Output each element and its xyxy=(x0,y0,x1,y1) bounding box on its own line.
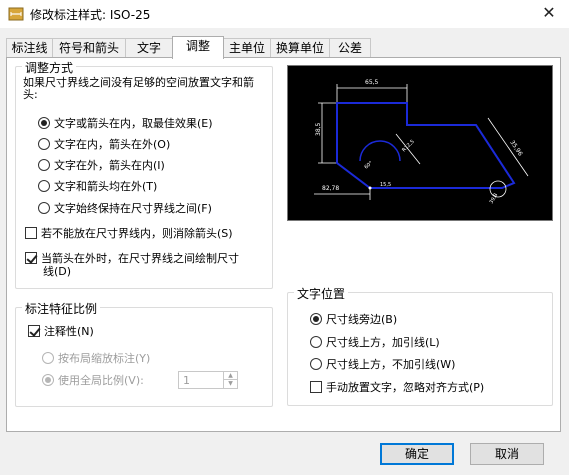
fit-option-best[interactable]: 文字或箭头在内，取最佳效果(E) xyxy=(38,117,213,131)
checkbox-label: 手动放置文字，忽略对齐方式(P) xyxy=(326,381,485,394)
layout-scale-option[interactable]: 按布局缩放标注(Y) xyxy=(42,352,150,366)
button-label: 确定 xyxy=(404,447,429,461)
checkbox-label-cont: 线(D) xyxy=(43,265,72,278)
tab-label: 公差 xyxy=(337,41,362,55)
tab-fit[interactable]: 调整 xyxy=(172,36,224,59)
tab-label: 换算单位 xyxy=(275,41,324,55)
tab-primary-units[interactable]: 主单位 xyxy=(223,38,271,58)
fit-options-group: 调整方式 如果尺寸界线之间没有足够的空间放置文字和箭头: 文字或箭头在内，取最佳… xyxy=(15,59,273,289)
tab-label: 调整 xyxy=(185,39,210,53)
preview-label: R12,5 xyxy=(401,139,416,154)
checkbox[interactable] xyxy=(310,381,322,393)
radio-button[interactable] xyxy=(38,202,50,214)
option-label: 尺寸线上方，加引线(L) xyxy=(326,336,440,349)
radio-button[interactable] xyxy=(42,374,54,386)
preview-arc xyxy=(359,140,401,162)
tab-label: 文字 xyxy=(136,41,161,55)
spin-down-icon[interactable]: ▼ xyxy=(223,380,237,388)
preview-label: 82,78 xyxy=(322,185,339,192)
text-placement-group: 文字位置 尺寸线旁边(B) 尺寸线上方，加引线(L) 尺寸线上方，不加引线(W)… xyxy=(287,285,553,406)
close-icon: ✕ xyxy=(542,3,556,22)
close-button[interactable]: ✕ xyxy=(529,0,569,28)
preview-canvas: 65,5 38,5 35,96 R12,5 82,78 60° 15,5 39,… xyxy=(287,65,553,221)
preview-label: 39,8 xyxy=(489,192,500,205)
group-title: 标注特征比例 xyxy=(22,300,101,317)
placement-beside[interactable]: 尺寸线旁边(B) xyxy=(310,313,397,327)
checkbox-label: 当箭头在外时，在尺寸界线之间绘制尺寸 xyxy=(41,252,239,265)
cancel-button[interactable]: 取消 xyxy=(470,443,544,465)
group-title: 调整方式 xyxy=(22,59,77,76)
fit-option-text-inside[interactable]: 文字在内，箭头在外(O) xyxy=(38,138,170,152)
annotative-checkbox[interactable]: 注释性(N) xyxy=(28,325,94,339)
radio-button[interactable] xyxy=(310,313,322,325)
tab-label: 主单位 xyxy=(228,41,265,55)
placement-over-no-leader[interactable]: 尺寸线上方，不加引线(W) xyxy=(310,358,455,372)
tab-label: 符号和箭头 xyxy=(58,41,119,55)
radio-button[interactable] xyxy=(38,159,50,171)
radio-button[interactable] xyxy=(310,358,322,370)
global-scale-value: 1 xyxy=(183,374,190,387)
option-label: 使用全局比例(V): xyxy=(58,374,144,387)
option-label: 文字和箭头均在外(T) xyxy=(54,180,158,193)
window-title: 修改标注样式: ISO-25 xyxy=(30,8,151,22)
tab-symbols-arrows[interactable]: 符号和箭头 xyxy=(52,38,126,58)
button-label: 取消 xyxy=(494,447,519,461)
tab-text[interactable]: 文字 xyxy=(125,38,173,58)
app-icon xyxy=(8,7,24,21)
preview-outline xyxy=(336,102,516,189)
fit-option-text-outside[interactable]: 文字在外，箭头在内(I) xyxy=(38,159,165,173)
tab-dim-lines[interactable]: 标注线 xyxy=(6,38,53,58)
radio-button[interactable] xyxy=(310,336,322,348)
radio-button[interactable] xyxy=(38,117,50,129)
fit-description: 如果尺寸界线之间没有足够的空间放置文字和箭头: xyxy=(23,76,254,101)
option-label: 文字在内，箭头在外(O) xyxy=(54,138,171,151)
scale-group: 标注特征比例 注释性(N) 按布局缩放标注(Y) 使用全局比例(V): xyxy=(15,300,273,407)
fit-option-both-outside[interactable]: 文字和箭头均在外(T) xyxy=(38,180,157,194)
radio-button[interactable] xyxy=(42,352,54,364)
global-scale-option[interactable]: 使用全局比例(V): xyxy=(42,374,144,388)
option-label: 文字或箭头在内，取最佳效果(E) xyxy=(54,117,213,130)
fit-option-text-between[interactable]: 文字始终保持在尺寸界线之间(F) xyxy=(38,202,212,216)
checkbox[interactable] xyxy=(25,227,37,239)
option-label: 尺寸线旁边(B) xyxy=(326,313,398,326)
preview-label: 35,96 xyxy=(508,139,524,157)
checkbox-label: 若不能放在尺寸界线内，则消除箭头(S) xyxy=(41,227,233,240)
tab-label: 标注线 xyxy=(11,41,48,55)
preview-drawing: 65,5 38,5 35,96 R12,5 82,78 60° 15,5 39,… xyxy=(314,79,529,205)
preview-label: 15,5 xyxy=(380,182,391,188)
option-label: 文字在外，箭头在内(I) xyxy=(54,159,165,172)
preview-label: 60° xyxy=(363,160,374,171)
group-title: 文字位置 xyxy=(294,285,349,302)
option-label: 文字始终保持在尺寸界线之间(F) xyxy=(54,202,212,215)
manual-placement-checkbox[interactable]: 手动放置文字，忽略对齐方式(P) xyxy=(310,381,484,395)
preview-label: 38,5 xyxy=(315,122,322,136)
tab-tolerances[interactable]: 公差 xyxy=(329,38,371,58)
spin-up-icon[interactable]: ▲ xyxy=(223,372,237,380)
checkbox-label: 注释性(N) xyxy=(44,325,94,338)
ok-button[interactable]: 确定 xyxy=(380,443,454,465)
preview-label: 65,5 xyxy=(365,79,379,86)
tab-panel: 调整方式 如果尺寸界线之间没有足够的空间放置文字和箭头: 文字或箭头在内，取最佳… xyxy=(6,57,561,432)
checkbox[interactable] xyxy=(28,325,40,337)
suppress-arrows-checkbox[interactable]: 若不能放在尺寸界线内，则消除箭头(S) xyxy=(25,227,233,241)
option-label: 按布局缩放标注(Y) xyxy=(58,352,151,365)
radio-button[interactable] xyxy=(38,138,50,150)
title-bar: 修改标注样式: ISO-25 ✕ xyxy=(0,0,569,28)
option-label: 尺寸线上方，不加引线(W) xyxy=(326,358,456,371)
draw-dimline-checkbox[interactable]: 当箭头在外时，在尺寸界线之间绘制尺寸 xyxy=(25,252,239,266)
checkbox[interactable] xyxy=(25,252,37,264)
tab-alternate-units[interactable]: 换算单位 xyxy=(270,38,330,58)
radio-button[interactable] xyxy=(38,180,50,192)
placement-over-leader[interactable]: 尺寸线上方，加引线(L) xyxy=(310,336,440,350)
global-scale-input[interactable]: 1 ▲ ▼ xyxy=(178,371,238,389)
